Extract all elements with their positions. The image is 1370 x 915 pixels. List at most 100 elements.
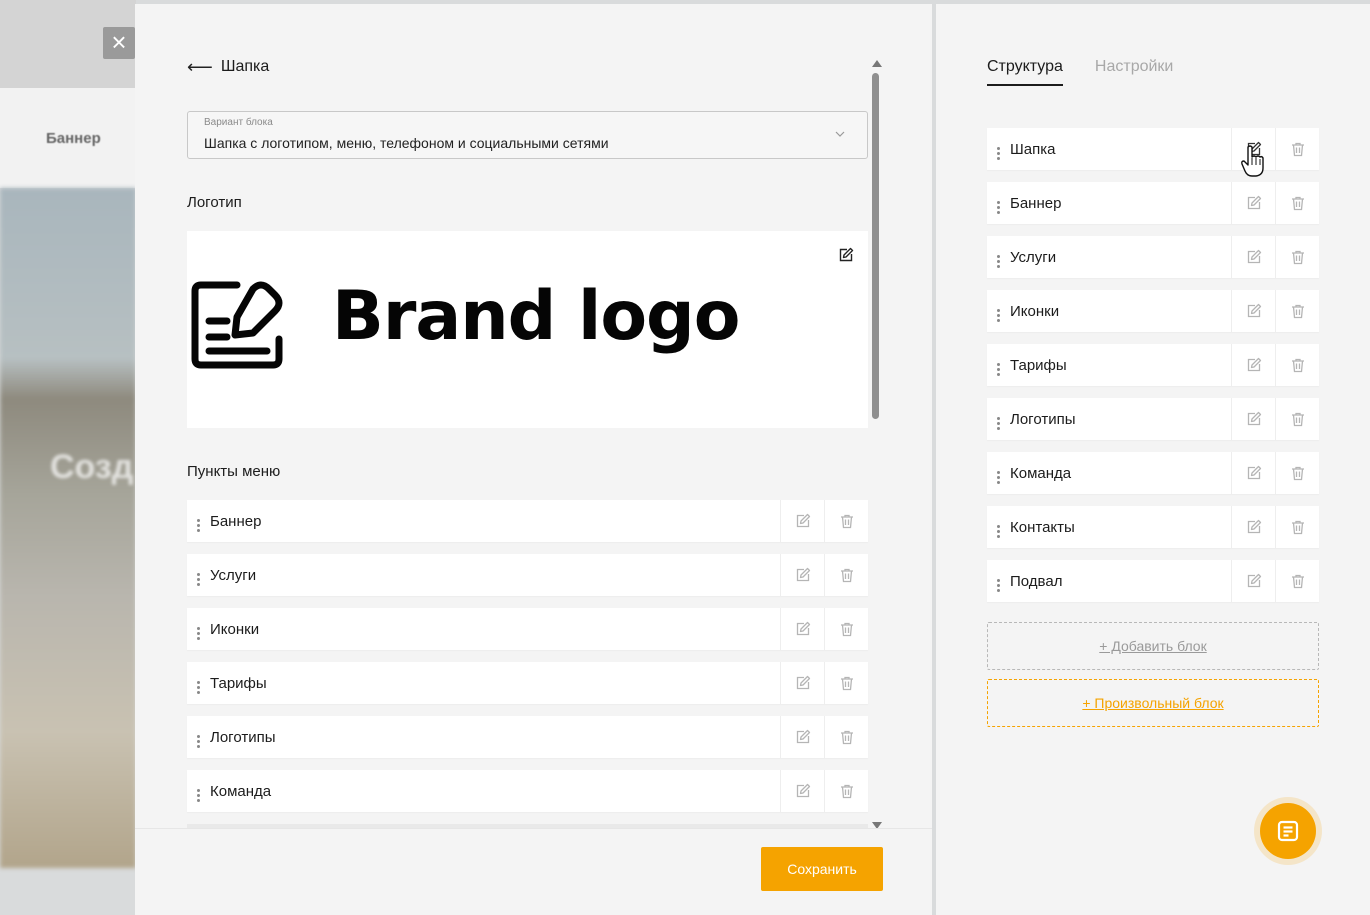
trash-icon[interactable]: [824, 770, 868, 812]
add-block-label: + Добавить блок: [1099, 638, 1207, 654]
list-item[interactable]: Баннер: [987, 182, 1319, 224]
edit-icon[interactable]: [780, 716, 824, 758]
edit-icon[interactable]: [780, 770, 824, 812]
list-item[interactable]: Иконки: [987, 290, 1319, 332]
trash-icon[interactable]: [824, 662, 868, 704]
list-item[interactable]: Логотипы: [187, 716, 868, 758]
list-item[interactable]: Логотипы: [987, 398, 1319, 440]
edit-icon[interactable]: [1231, 560, 1275, 602]
list-item[interactable]: Услуги: [187, 554, 868, 596]
save-button[interactable]: Сохранить: [761, 847, 883, 891]
trash-icon[interactable]: [1275, 344, 1319, 386]
drag-handle-icon[interactable]: [187, 672, 209, 694]
trash-icon[interactable]: [824, 716, 868, 758]
drag-handle-icon[interactable]: [987, 354, 1009, 376]
trash-icon[interactable]: [824, 554, 868, 596]
menu-item-label: Логотипы: [210, 728, 276, 746]
edit-icon[interactable]: [1231, 128, 1275, 170]
list-item[interactable]: Тарифы: [187, 662, 868, 704]
menu-item-label: Иконки: [210, 620, 260, 638]
trash-icon[interactable]: [1275, 452, 1319, 494]
logo-edit-icon[interactable]: [838, 247, 854, 268]
logo-section-label: Логотип: [187, 194, 242, 211]
chat-icon: [1260, 803, 1316, 859]
drag-handle-icon[interactable]: [187, 564, 209, 586]
edit-icon[interactable]: [1231, 182, 1275, 224]
list-item[interactable]: Услуги: [987, 236, 1319, 278]
edit-icon[interactable]: [1231, 236, 1275, 278]
menu-item-label: Баннер: [210, 512, 262, 530]
drag-handle-icon[interactable]: [987, 192, 1009, 214]
drag-handle-icon[interactable]: [987, 462, 1009, 484]
edit-icon[interactable]: [780, 500, 824, 542]
block-label: Услуги: [1010, 248, 1057, 266]
list-item[interactable]: Баннер: [187, 500, 868, 542]
tab-structure[interactable]: Структура: [987, 58, 1063, 86]
block-label: Логотипы: [1010, 410, 1076, 428]
tab-settings[interactable]: Настройки: [1095, 58, 1173, 86]
block-variant-select[interactable]: Вариант блока Шапка с логотипом, меню, т…: [187, 111, 868, 159]
drag-handle-icon[interactable]: [987, 516, 1009, 538]
edit-icon[interactable]: [1231, 398, 1275, 440]
structure-panel: Структура Настройки Шапка Баннер Услуги …: [936, 4, 1370, 915]
preview-hero-image: [0, 188, 136, 868]
edit-icon[interactable]: [1231, 290, 1275, 332]
trash-icon[interactable]: [824, 608, 868, 650]
editor-footer: Сохранить: [135, 828, 932, 915]
trash-icon[interactable]: [1275, 128, 1319, 170]
edit-icon[interactable]: [1231, 344, 1275, 386]
arrow-left-icon: ⟵: [187, 57, 213, 77]
drag-handle-icon[interactable]: [187, 780, 209, 802]
block-label: Команда: [1010, 464, 1072, 482]
drag-handle-icon[interactable]: [187, 726, 209, 748]
trash-icon[interactable]: [1275, 560, 1319, 602]
trash-icon[interactable]: [824, 500, 868, 542]
list-item[interactable]: Тарифы: [987, 344, 1319, 386]
back-button[interactable]: ⟵ Шапка: [187, 58, 269, 76]
trash-icon[interactable]: [1275, 182, 1319, 224]
block-label: Шапка: [1010, 140, 1056, 158]
list-item[interactable]: Команда: [987, 452, 1319, 494]
trash-icon[interactable]: [1275, 506, 1319, 548]
brand-logo-text: Brand logo: [332, 277, 740, 356]
preview-hero-text: Созд: [50, 448, 134, 486]
drag-handle-icon[interactable]: [987, 300, 1009, 322]
custom-block-button[interactable]: + Произвольный блок: [987, 679, 1319, 727]
list-item[interactable]: Подвал: [987, 560, 1319, 602]
logo-preview: Brand logo: [187, 231, 868, 428]
list-item[interactable]: Контакты: [987, 506, 1319, 548]
drag-handle-icon[interactable]: [187, 618, 209, 640]
list-item[interactable]: Иконки: [187, 608, 868, 650]
block-label: Тарифы: [1010, 356, 1067, 374]
block-label: Баннер: [1010, 194, 1062, 212]
preview-nav-item: Баннер: [46, 130, 101, 147]
trash-icon[interactable]: [1275, 398, 1319, 440]
drag-handle-icon[interactable]: [987, 408, 1009, 430]
drag-handle-icon[interactable]: [187, 510, 209, 532]
custom-block-label: + Произвольный блок: [1082, 695, 1224, 711]
scrollbar-thumb[interactable]: [872, 73, 879, 419]
panel-tabs: Структура Настройки: [987, 58, 1173, 86]
block-label: Контакты: [1010, 518, 1075, 536]
close-button[interactable]: ×: [103, 27, 135, 59]
edit-icon[interactable]: [780, 662, 824, 704]
trash-icon[interactable]: [1275, 290, 1319, 332]
drag-handle-icon[interactable]: [987, 570, 1009, 592]
chevron-down-icon: [835, 126, 845, 140]
edit-icon[interactable]: [1231, 452, 1275, 494]
edit-icon[interactable]: [780, 554, 824, 596]
menu-section-label: Пункты меню: [187, 463, 281, 480]
scrollbar[interactable]: [869, 57, 883, 828]
add-block-button[interactable]: + Добавить блок: [987, 622, 1319, 670]
chat-button[interactable]: [1254, 797, 1322, 865]
list-item[interactable]: Шапка: [987, 128, 1319, 170]
editor-scroll-area: ⟵ Шапка Вариант блока Шапка с логотипом,…: [135, 4, 932, 828]
list-item[interactable]: Команда: [187, 770, 868, 812]
scroll-up-arrow-icon[interactable]: [872, 60, 882, 67]
drag-handle-icon[interactable]: [987, 138, 1009, 160]
trash-icon[interactable]: [1275, 236, 1319, 278]
edit-icon[interactable]: [780, 608, 824, 650]
variant-select-value: Шапка с логотипом, меню, телефоном и соц…: [204, 135, 609, 151]
drag-handle-icon[interactable]: [987, 246, 1009, 268]
edit-icon[interactable]: [1231, 506, 1275, 548]
